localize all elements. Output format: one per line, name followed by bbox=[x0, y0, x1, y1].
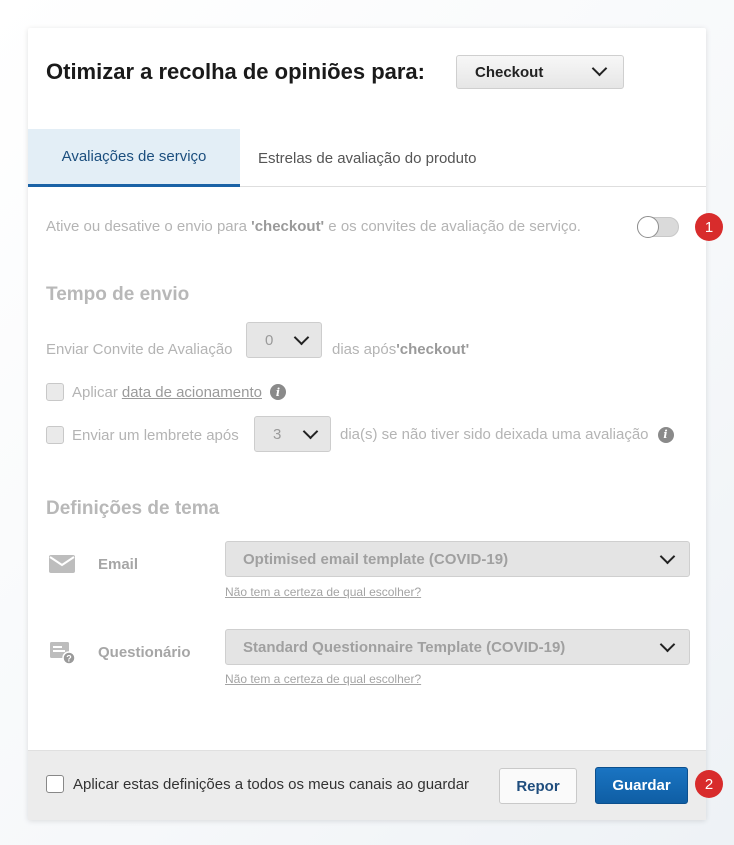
info-icon[interactable]: i bbox=[657, 426, 674, 443]
invite-row: Enviar Convite de Avaliação bbox=[46, 341, 233, 358]
email-label: Email bbox=[98, 556, 139, 573]
reminder-after: dia(s) se não tiver sido deixada uma ava… bbox=[340, 426, 674, 443]
reminder-label: Enviar um lembrete após bbox=[72, 426, 239, 444]
invite-label: Enviar Convite de Avaliação bbox=[46, 341, 233, 358]
invite-days-value: 0 bbox=[265, 331, 274, 349]
apply-trigger-checkbox[interactable] bbox=[46, 383, 64, 401]
questionnaire-template-select[interactable]: Standard Questionnaire Template (COVID-1… bbox=[225, 629, 690, 665]
tab-bar: Avaliações de serviço Estrelas de avalia… bbox=[28, 129, 706, 187]
invite-days-select[interactable]: 0 bbox=[246, 322, 322, 358]
reminder-after-text: dia(s) se não tiver sido deixada uma ava… bbox=[340, 426, 649, 443]
questionnaire-help-link[interactable]: Não tem a certeza de qual escolher? bbox=[225, 672, 421, 686]
chevron-down-icon bbox=[659, 548, 676, 565]
chevron-down-icon bbox=[659, 636, 676, 653]
step-badge-2: 2 bbox=[695, 770, 723, 798]
tab-service-reviews[interactable]: Avaliações de serviço bbox=[28, 129, 240, 187]
settings-card: Otimizar a recolha de opiniões para: Che… bbox=[28, 28, 706, 820]
toggle-description-channel: 'checkout' bbox=[251, 218, 325, 235]
email-help-link[interactable]: Não tem a certeza de qual escolher? bbox=[225, 585, 421, 599]
toggle-description-text: Ative ou desative o envio para bbox=[46, 218, 252, 235]
questionnaire-template-value: Standard Questionnaire Template (COVID-1… bbox=[243, 638, 566, 656]
title-row: Otimizar a recolha de opiniões para: bbox=[46, 54, 425, 90]
email-template-select[interactable]: Optimised email template (COVID-19) bbox=[225, 541, 690, 577]
toggle-description-text-end: e os convites de avaliação de serviço. bbox=[324, 218, 581, 235]
questionnaire-label: Questionário bbox=[98, 644, 191, 661]
send-time-heading: Tempo de envio bbox=[46, 284, 190, 305]
envelope-icon bbox=[49, 555, 75, 573]
chevron-down-icon bbox=[591, 60, 608, 77]
email-template-value: Optimised email template (COVID-19) bbox=[243, 550, 509, 568]
page-title: Otimizar a recolha de opiniões para: bbox=[46, 59, 425, 84]
apply-trigger-label: Aplicar bbox=[72, 383, 118, 401]
apply-trigger-row: Aplicar data de acionamento i bbox=[46, 383, 286, 401]
apply-all-label: Aplicar estas definições a todos os meus… bbox=[73, 775, 470, 793]
reset-button[interactable]: Repor bbox=[499, 768, 577, 804]
channel-select-value: Checkout bbox=[475, 63, 544, 81]
info-icon[interactable]: i bbox=[269, 384, 286, 400]
reminder-days-value: 3 bbox=[273, 425, 282, 443]
toggle-description: Ative ou desative o envio para 'checkout… bbox=[46, 218, 581, 235]
theme-heading: Definições de tema bbox=[46, 498, 220, 519]
save-button[interactable]: Guardar bbox=[595, 767, 688, 804]
chevron-down-icon bbox=[302, 423, 319, 440]
trigger-date-link[interactable]: data de acionamento bbox=[122, 384, 262, 401]
questionnaire-icon: ? bbox=[50, 642, 76, 665]
reminder-checkbox[interactable] bbox=[46, 426, 64, 444]
send-toggle[interactable] bbox=[637, 216, 679, 238]
invite-after: dias após 'checkout' bbox=[332, 341, 469, 358]
step-badge-1: 1 bbox=[695, 213, 723, 241]
apply-all-row: Aplicar estas definições a todos os meus… bbox=[46, 775, 469, 793]
reminder-days-select[interactable]: 3 bbox=[254, 416, 331, 452]
invite-after-text: dias após bbox=[332, 341, 397, 358]
chevron-down-icon bbox=[293, 329, 310, 346]
svg-text:?: ? bbox=[66, 654, 72, 664]
toggle-knob bbox=[637, 216, 659, 238]
invite-after-channel: 'checkout' bbox=[396, 341, 470, 358]
apply-all-checkbox[interactable] bbox=[46, 775, 64, 793]
reminder-row: Enviar um lembrete após bbox=[46, 426, 239, 444]
channel-select[interactable]: Checkout bbox=[456, 55, 624, 89]
footer-bar: Aplicar estas definições a todos os meus… bbox=[28, 750, 706, 820]
tab-product-ratings[interactable]: Estrelas de avaliação do produto bbox=[258, 129, 476, 187]
